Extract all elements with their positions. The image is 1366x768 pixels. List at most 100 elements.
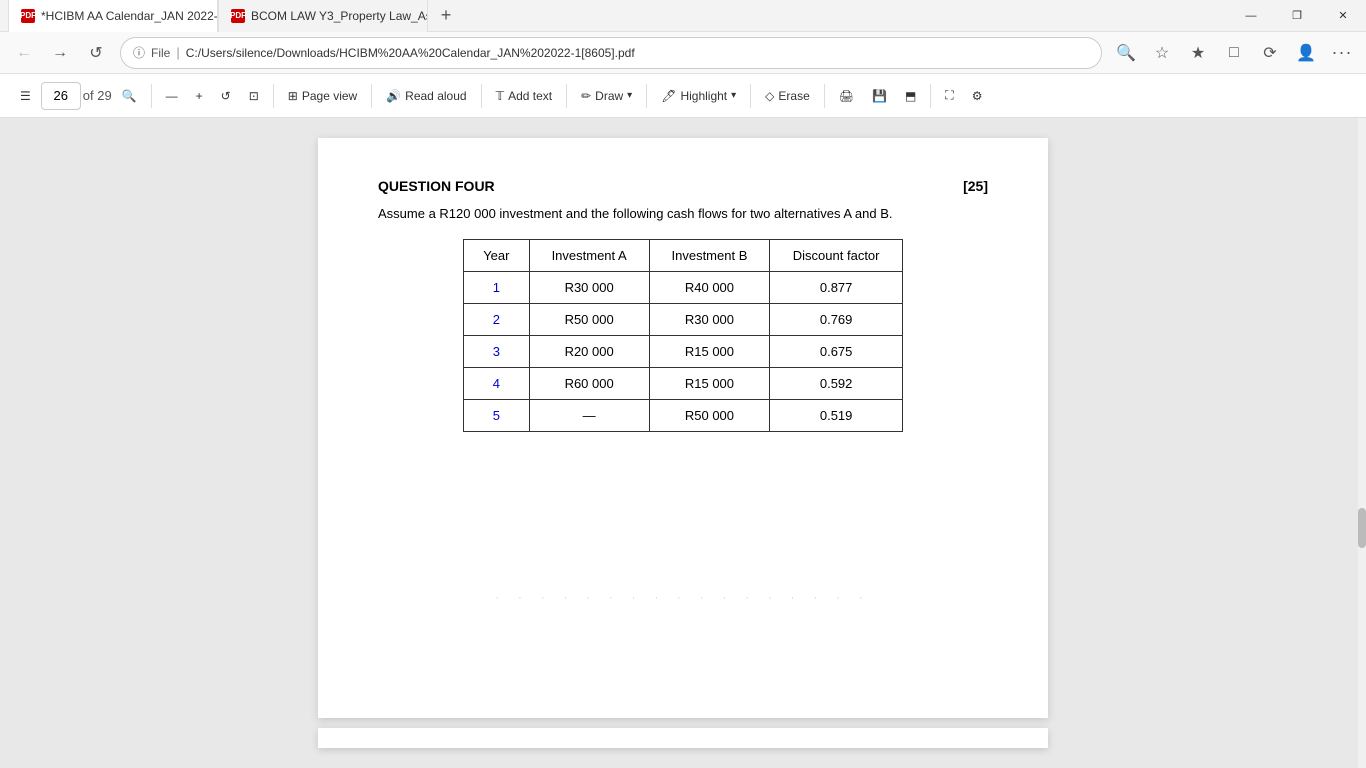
col-inv-a: Investment A <box>529 240 649 272</box>
lock-icon: ⓘ <box>133 44 145 61</box>
add-text-button[interactable]: 𝕋 Add text <box>488 80 561 112</box>
page-view-button[interactable]: ⊞ Page view <box>280 80 365 112</box>
row3-year: 3 <box>464 336 530 368</box>
hamburger-icon: ☰ <box>20 89 31 103</box>
settings-button[interactable]: ⚙ <box>964 80 991 112</box>
separator-2 <box>273 84 274 108</box>
minus-icon: — <box>166 89 178 103</box>
row1-inv-b: R40 000 <box>649 272 770 304</box>
separator-9 <box>930 84 931 108</box>
minimize-button[interactable]: — <box>1228 0 1274 32</box>
row3-inv-b: R15 000 <box>649 336 770 368</box>
close-button[interactable]: ✕ <box>1320 0 1366 32</box>
row1-inv-a: R30 000 <box>529 272 649 304</box>
search-icon: 🔍 <box>122 89 137 103</box>
add-text-label: Add text <box>508 89 552 103</box>
fav-star-btn[interactable]: ★ <box>1182 37 1214 69</box>
row3-inv-a: R20 000 <box>529 336 649 368</box>
profile-btn[interactable]: 👤 <box>1290 37 1322 69</box>
page-total: of 29 <box>83 88 112 103</box>
file-label: File <box>151 46 170 60</box>
address-input[interactable]: ⓘ File | C:/Users/silence/Downloads/HCIB… <box>120 37 1102 69</box>
window-controls: — ❐ ✕ <box>1228 0 1366 32</box>
erase-label: Erase <box>778 89 809 103</box>
col-discount: Discount factor <box>770 240 903 272</box>
fullscreen-icon: ⛶ <box>945 88 953 103</box>
row5-inv-b: R50 000 <box>649 400 770 432</box>
separator-3 <box>371 84 372 108</box>
question-header: QUESTION FOUR [25] <box>378 178 988 194</box>
row3-discount: 0.675 <box>770 336 903 368</box>
question-marks: [25] <box>963 178 988 194</box>
address-bar: ← → ↺ ⓘ File | C:/Users/silence/Download… <box>0 32 1366 74</box>
tab-1[interactable]: PDF *HCIBM AA Calendar_JAN 2022- ✕ <box>8 0 218 32</box>
refresh-button[interactable]: ↺ <box>80 37 112 69</box>
search-icon-btn[interactable]: 🔍 <box>1110 37 1142 69</box>
plus-icon: + <box>196 89 203 103</box>
fit-icon: ⊡ <box>249 89 259 103</box>
menu-button[interactable]: ☰ <box>12 80 39 112</box>
favorites-icon-btn[interactable]: ☆ <box>1146 37 1178 69</box>
back-button[interactable]: ← <box>8 37 40 69</box>
new-tab-button[interactable]: + <box>432 2 460 30</box>
question-title: QUESTION FOUR <box>378 178 495 194</box>
pdf-page-next <box>318 728 1048 748</box>
print-icon: 🖨 <box>839 89 854 103</box>
rotate-button[interactable]: ↺ <box>213 80 239 112</box>
address-bar-actions: 🔍 ☆ ★ □ ⟳ 👤 ··· <box>1110 37 1358 69</box>
forward-button[interactable]: → <box>44 37 76 69</box>
tab1-favicon: PDF <box>21 9 35 23</box>
row1-discount: 0.877 <box>770 272 903 304</box>
scrollbar-track <box>1358 118 1366 768</box>
tab1-label: *HCIBM AA Calendar_JAN 2022- <box>41 9 218 23</box>
row1-year: 1 <box>464 272 530 304</box>
pdf-toolbar: ☰ of 29 🔍 — + ↺ ⊡ ⊞ Page view 🔊 Read alo… <box>0 74 1366 118</box>
separator-6 <box>646 84 647 108</box>
titlebar: PDF *HCIBM AA Calendar_JAN 2022- ✕ PDF B… <box>0 0 1366 32</box>
draw-label: Draw <box>595 89 623 103</box>
print-button[interactable]: 🖨 <box>831 80 862 112</box>
table-row: 4 R60 000 R15 000 0.592 <box>464 368 903 400</box>
row2-inv-b: R30 000 <box>649 304 770 336</box>
tab2-favicon: PDF <box>231 9 245 23</box>
search-in-pdf-button[interactable]: 🔍 <box>114 80 145 112</box>
row4-discount: 0.592 <box>770 368 903 400</box>
save-icon: 💾 <box>872 89 887 103</box>
table-row: 2 R50 000 R30 000 0.769 <box>464 304 903 336</box>
row2-discount: 0.769 <box>770 304 903 336</box>
pdf-page: QUESTION FOUR [25] Assume a R120 000 inv… <box>318 138 1048 718</box>
highlight-icon: 🖊 <box>661 89 676 103</box>
fit-button[interactable]: ⊡ <box>241 80 267 112</box>
content-area: QUESTION FOUR [25] Assume a R120 000 inv… <box>0 118 1366 768</box>
erase-button[interactable]: ◇ Erase <box>757 80 818 112</box>
highlight-chevron-icon: ▾ <box>731 90 736 101</box>
tab-bar: PDF *HCIBM AA Calendar_JAN 2022- ✕ PDF B… <box>0 0 1228 32</box>
page-input[interactable] <box>41 82 81 110</box>
url-separator: | <box>176 45 179 60</box>
history-btn[interactable]: ⟳ <box>1254 37 1286 69</box>
share-icon: ⬒ <box>905 89 916 103</box>
more-btn[interactable]: ··· <box>1326 37 1358 69</box>
investment-table: Year Investment A Investment B Discount … <box>463 239 903 432</box>
save-button[interactable]: 💾 <box>864 80 895 112</box>
fullscreen-button[interactable]: ⛶ <box>937 80 961 112</box>
draw-button[interactable]: ✏ Draw ▾ <box>573 80 640 112</box>
read-aloud-label: Read aloud <box>405 89 466 103</box>
restore-button[interactable]: ❐ <box>1274 0 1320 32</box>
zoom-in-button[interactable]: + <box>188 80 211 112</box>
scrollbar-thumb[interactable] <box>1358 508 1366 548</box>
highlight-button[interactable]: 🖊 Highlight ▾ <box>653 80 744 112</box>
row2-inv-a: R50 000 <box>529 304 649 336</box>
row5-inv-a: — <box>529 400 649 432</box>
question-intro: Assume a R120 000 investment and the fol… <box>378 206 988 221</box>
erase-icon: ◇ <box>765 89 774 103</box>
row2-year: 2 <box>464 304 530 336</box>
collections-btn[interactable]: □ <box>1218 37 1250 69</box>
share-button[interactable]: ⬒ <box>897 80 924 112</box>
page-view-icon: ⊞ <box>288 89 298 103</box>
page-footer-dots: · · · · · · · · · · · · · · · · · <box>378 592 988 604</box>
read-aloud-button[interactable]: 🔊 Read aloud <box>378 80 474 112</box>
tab-2[interactable]: PDF BCOM LAW Y3_Property Law_As ✕ <box>218 0 428 32</box>
table-row: 5 — R50 000 0.519 <box>464 400 903 432</box>
zoom-out-button[interactable]: — <box>158 80 186 112</box>
